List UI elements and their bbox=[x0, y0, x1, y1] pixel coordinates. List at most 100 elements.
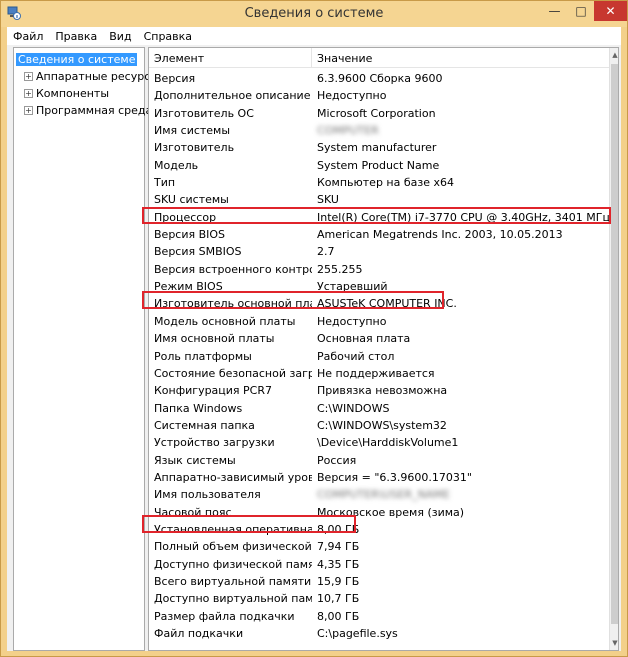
tree-item-label: Программная среда bbox=[36, 103, 153, 117]
close-button[interactable]: ✕ bbox=[594, 1, 627, 21]
row-element-cell: Папка Windows bbox=[154, 401, 243, 415]
table-row[interactable]: Изготовитель System manufacturer bbox=[149, 139, 609, 156]
maximize-icon: □ bbox=[575, 4, 587, 18]
row-value-cell: System manufacturer bbox=[317, 141, 437, 155]
row-element-cell: Доступно виртуальной памяти bbox=[154, 592, 312, 606]
table-row[interactable]: Изготовитель ОС Microsoft Corporation bbox=[149, 105, 609, 122]
table-row[interactable]: SKU системы SKU bbox=[149, 191, 609, 208]
tree-item-label: Аппаратные ресурсы bbox=[36, 69, 159, 83]
row-element-cell: Язык системы bbox=[154, 453, 236, 467]
row-value-cell: Рабочий стол bbox=[317, 349, 395, 363]
table-row[interactable]: Файл подкачки C:\pagefile.sys bbox=[149, 625, 609, 642]
expand-plus-icon[interactable]: + bbox=[24, 105, 33, 115]
column-header-value[interactable]: Значение bbox=[312, 48, 609, 68]
tree-item-system-summary[interactable]: Сведения о системе bbox=[16, 51, 138, 67]
table-row[interactable]: Роль платформы Рабочий стол bbox=[149, 348, 609, 365]
table-row[interactable]: Тип Компьютер на базе x64 bbox=[149, 174, 609, 191]
table-row[interactable]: Изготовитель основной платы ASUSTeK COMPU… bbox=[149, 295, 609, 312]
row-value-cell: 2.7 bbox=[317, 245, 335, 259]
maximize-button[interactable]: □ bbox=[568, 1, 594, 21]
list-header: Элемент Значение bbox=[149, 48, 609, 68]
row-value-cell: Недоступно bbox=[317, 89, 387, 103]
row-element-cell: Изготовитель основной платы bbox=[154, 297, 312, 311]
row-value-cell: Основная плата bbox=[317, 332, 411, 346]
table-row[interactable]: Процессор Intel(R) Core(TM) i7-3770 CPU @… bbox=[149, 209, 609, 226]
tree-item-hardware-resources[interactable]: + Аппаратные ресурсы bbox=[24, 68, 159, 84]
row-value-cell: Версия = "6.3.9600.17031" bbox=[317, 470, 472, 484]
list-rows: Версия 6.3.9600 Сборка 9600 Дополнительное… bbox=[149, 70, 609, 642]
row-value-cell: American Megatrends Inc. 2003, 10.05.201… bbox=[317, 228, 563, 242]
table-row[interactable]: Версия встроенного контролл... 255.255 bbox=[149, 261, 609, 278]
title-bar[interactable]: Сведения о системе — □ ✕ bbox=[1, 1, 627, 27]
tree-item-label: Сведения о системе bbox=[16, 52, 138, 66]
row-value-cell: 4,35 ГБ bbox=[317, 557, 360, 571]
scroll-up-icon[interactable]: ▲ bbox=[610, 48, 618, 62]
table-row[interactable]: Установленная оперативная п... 8,00 ГБ bbox=[149, 521, 609, 538]
table-row[interactable]: Версия 6.3.9600 Сборка 9600 bbox=[149, 70, 609, 87]
row-element-cell: Доступно физической памяти bbox=[154, 557, 312, 571]
menu-help[interactable]: Справка bbox=[138, 30, 198, 43]
table-row[interactable]: Системная папка C:\WINDOWS\system32 bbox=[149, 417, 609, 434]
table-row[interactable]: Доступно виртуальной памяти 10,7 ГБ bbox=[149, 590, 609, 607]
row-value-cell: Устаревший bbox=[317, 280, 388, 294]
table-row[interactable]: Модель System Product Name bbox=[149, 157, 609, 174]
row-value-cell: 6.3.9600 Сборка 9600 bbox=[317, 72, 443, 85]
row-value-cell: COMPUTER\USER_NAME bbox=[317, 488, 450, 502]
menu-edit[interactable]: Правка bbox=[49, 30, 103, 43]
category-tree[interactable]: Сведения о системе + Аппаратные ресурсы … bbox=[13, 47, 159, 651]
details-list[interactable]: Элемент Значение Версия 6.3.9600 Сборка 9… bbox=[148, 47, 619, 651]
minimize-button[interactable]: — bbox=[541, 1, 568, 21]
row-element-cell: Модель основной платы bbox=[154, 314, 296, 328]
table-row[interactable]: Конфигурация PCR7 Привязка невозможна bbox=[149, 382, 609, 399]
table-row[interactable]: Доступно физической памяти 4,35 ГБ bbox=[149, 556, 609, 573]
table-row[interactable]: Состояние безопасной загруз... Не поддерж… bbox=[149, 365, 609, 382]
menu-bar: Файл Правка Вид Справка bbox=[7, 27, 621, 45]
row-element-cell: Устройство загрузки bbox=[154, 436, 275, 450]
table-row[interactable]: Размер файла подкачки 8,00 ГБ bbox=[149, 608, 609, 625]
table-row[interactable]: Имя пользователя COMPUTER\USER_NAME bbox=[149, 486, 609, 503]
menu-file[interactable]: Файл bbox=[7, 30, 49, 43]
row-element-cell: Версия BIOS bbox=[154, 228, 226, 242]
row-value-cell: 255.255 bbox=[317, 262, 363, 276]
table-row[interactable]: Аппаратно-зависимый уровен... Версия = "6… bbox=[149, 469, 609, 486]
table-row[interactable]: Дополнительное описание ОС Недоступно bbox=[149, 87, 609, 104]
row-element-cell: Процессор bbox=[154, 210, 217, 224]
column-header-element[interactable]: Элемент bbox=[149, 48, 312, 68]
table-row[interactable]: Версия BIOS American Megatrends Inc. 2003… bbox=[149, 226, 609, 243]
row-element-cell: Системная папка bbox=[154, 418, 255, 432]
table-row[interactable]: Имя основной платы Основная плата bbox=[149, 330, 609, 347]
expand-plus-icon[interactable]: + bbox=[24, 71, 33, 81]
row-element-cell: Конфигурация PCR7 bbox=[154, 384, 273, 398]
menu-view[interactable]: Вид bbox=[103, 30, 137, 43]
table-row[interactable]: Имя системы COMPUTER bbox=[149, 122, 609, 139]
row-element-cell: Роль платформы bbox=[154, 349, 252, 363]
row-element-cell: Дополнительное описание ОС bbox=[154, 89, 312, 103]
row-element-cell: Имя системы bbox=[154, 124, 231, 138]
expand-plus-icon[interactable]: + bbox=[24, 88, 33, 98]
table-row[interactable]: Часовой пояс Московское время (зима) bbox=[149, 504, 609, 521]
row-value-cell: Не поддерживается bbox=[317, 366, 435, 380]
tree-item-components[interactable]: + Компоненты bbox=[24, 85, 109, 101]
row-element-cell: Установленная оперативная п... bbox=[154, 522, 312, 536]
table-row[interactable]: Устройство загрузки \Device\HarddiskVolum… bbox=[149, 434, 609, 451]
table-row[interactable]: Папка Windows C:\WINDOWS bbox=[149, 400, 609, 417]
scrollbar-thumb[interactable] bbox=[611, 64, 618, 624]
row-value-cell: 10,7 ГБ bbox=[317, 592, 360, 606]
scroll-down-icon[interactable]: ▼ bbox=[610, 636, 618, 650]
table-row[interactable]: Полный объем физической па... 7,94 ГБ bbox=[149, 538, 609, 555]
row-element-cell: Размер файла подкачки bbox=[154, 609, 295, 623]
row-value-cell: 7,94 ГБ bbox=[317, 540, 360, 554]
table-row[interactable]: Модель основной платы Недоступно bbox=[149, 313, 609, 330]
row-value-cell: Недоступно bbox=[317, 314, 387, 328]
vertical-scrollbar[interactable]: ▲ ▼ bbox=[609, 48, 618, 650]
table-row[interactable]: Всего виртуальной памяти 15,9 ГБ bbox=[149, 573, 609, 590]
tree-item-software-environment[interactable]: + Программная среда bbox=[24, 102, 152, 118]
table-row[interactable]: Язык системы Россия bbox=[149, 452, 609, 469]
row-element-cell: Файл подкачки bbox=[154, 627, 244, 640]
table-row[interactable]: Версия SMBIOS 2.7 bbox=[149, 243, 609, 260]
row-value-cell: C:\WINDOWS\system32 bbox=[317, 418, 447, 432]
row-element-cell: Часовой пояс bbox=[154, 505, 232, 519]
row-value-cell: Московское время (зима) bbox=[317, 505, 465, 519]
row-element-cell: Аппаратно-зависимый уровен... bbox=[154, 470, 312, 484]
table-row[interactable]: Режим BIOS Устаревший bbox=[149, 278, 609, 295]
